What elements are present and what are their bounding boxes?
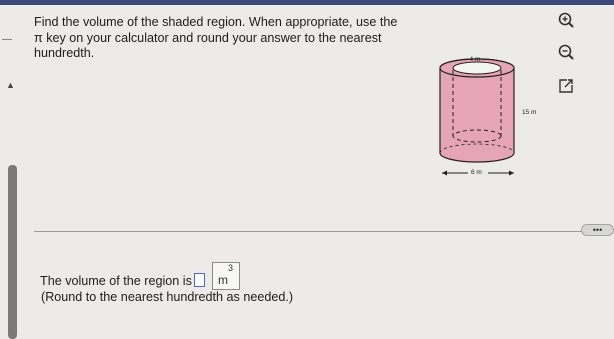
zoom-out-icon[interactable] <box>557 43 575 61</box>
rounding-note: (Round to the nearest hundredth as neede… <box>41 290 294 304</box>
zoom-in-icon[interactable] <box>557 11 575 29</box>
unit-exponent: 3 <box>228 263 234 273</box>
question-line-1: Find the volume of the shaded region. Wh… <box>34 15 398 29</box>
bottom-dimension-label: 6 m <box>471 169 482 176</box>
cylinder-diagram <box>439 58 515 178</box>
top-bar <box>0 0 614 5</box>
inner-top-ellipse <box>452 61 502 75</box>
left-arrow-icon: — <box>2 34 12 45</box>
section-divider <box>34 231 589 232</box>
volume-answer-input[interactable] <box>194 273 205 287</box>
question-line-3: hundredth. <box>34 46 95 60</box>
question-text: Find the volume of the shaded region. Wh… <box>34 15 398 62</box>
answer-prompt: The volume of the region is <box>40 274 192 288</box>
top-dimension-label: ←4 m→ <box>463 56 487 63</box>
question-line-2: π key on your calculator and round your … <box>34 30 382 45</box>
popout-icon[interactable] <box>557 77 575 95</box>
cylinder-figure: ←4 m→ 15 m 6 m <box>430 48 550 188</box>
height-dimension-label: 15 m <box>522 109 537 116</box>
bottom-arrow-right <box>509 170 514 176</box>
more-options-button[interactable]: ••• <box>581 224 614 236</box>
bottom-arrow-left <box>442 170 447 176</box>
unit-label: m <box>218 273 228 287</box>
collapse-caret-icon[interactable]: ▲ <box>6 80 15 90</box>
scrollbar[interactable] <box>8 165 17 339</box>
